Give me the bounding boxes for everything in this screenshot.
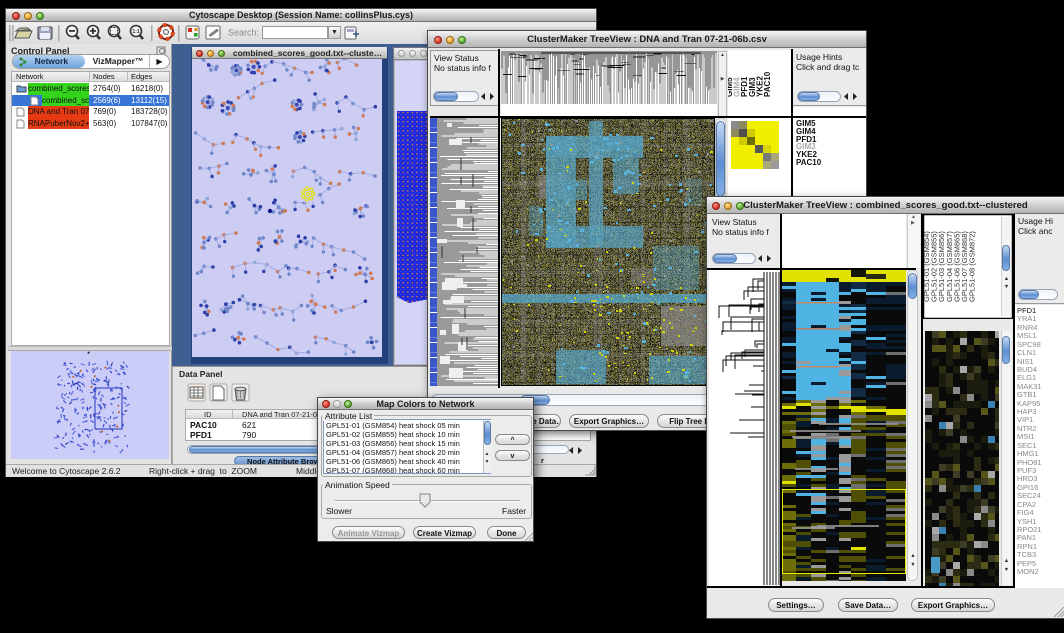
svg-text:Search:: Search:	[228, 28, 259, 38]
svg-text:PAC10: PAC10	[763, 71, 772, 97]
svg-text:1:1: 1:1	[132, 29, 139, 35]
svg-text:GPL51-08 (GSM872): GPL51-08 (GSM872)	[968, 231, 977, 302]
